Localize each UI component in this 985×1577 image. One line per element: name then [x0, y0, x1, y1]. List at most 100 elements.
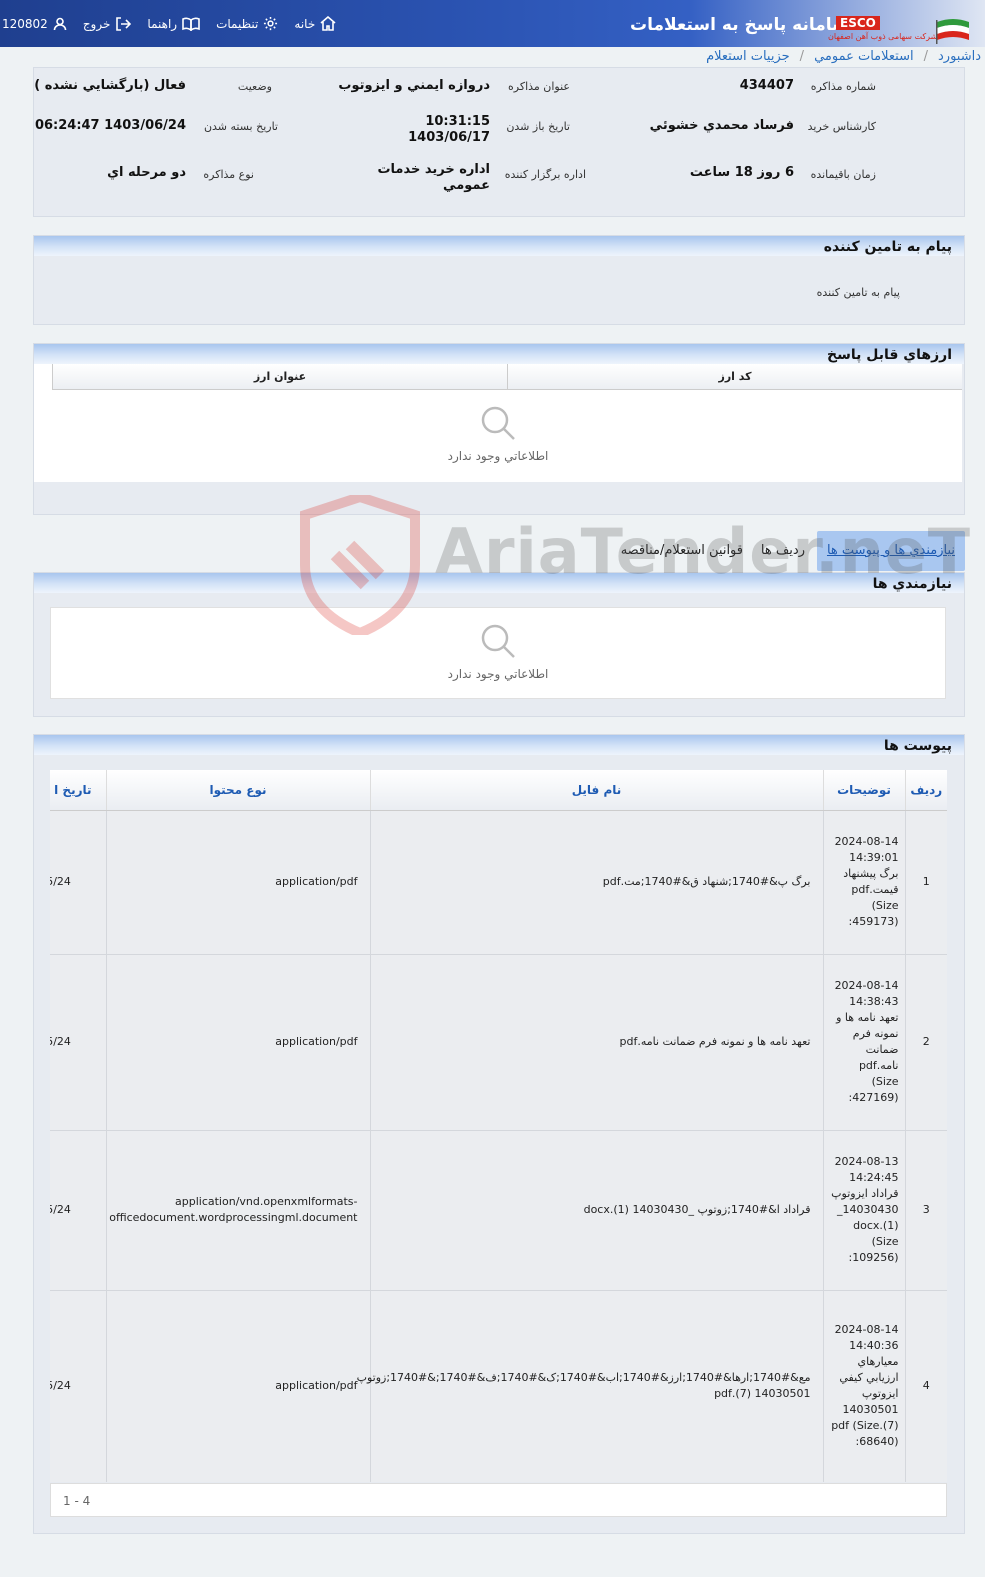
- settings-link[interactable]: تنظیمات: [216, 16, 278, 31]
- logout-icon: [116, 16, 132, 31]
- app-title: سامانه پاسخ به استعلامات: [630, 15, 849, 35]
- date-column-header[interactable]: تاريخ ا: [50, 770, 106, 811]
- home-icon: [320, 16, 336, 31]
- currency-title-column[interactable]: عنوان ارز: [52, 364, 507, 389]
- settings-label: تنظیمات: [216, 16, 259, 31]
- esco-logo: ESCO: [836, 16, 880, 30]
- office-label: اداره برگزار كننده: [504, 168, 586, 181]
- subject-label: عنوان مذاكره: [508, 80, 570, 93]
- currencies-empty-text: اطلاعاتي وجود ندارد: [447, 449, 549, 463]
- close-date-value: 1403/06/24 06:24:47: [34, 118, 186, 133]
- home-label: خانه: [294, 16, 316, 31]
- row-date: 1403/05/24: [50, 810, 106, 955]
- search-icon: [481, 406, 515, 440]
- inquiry-info-panel: شماره مذاكره 434407 عنوان مذاكره دروازه …: [33, 67, 965, 217]
- remaining-label: زمان باقيمانده: [810, 168, 876, 181]
- table-row[interactable]: 1 2024-08-14 14:39:01 برگ پيشنهاد قيمت.p…: [50, 810, 947, 955]
- subject-value: دروازه ايمني و ايزوتوب: [338, 78, 490, 93]
- currencies-empty: اطلاعاتي وجود ندارد: [34, 390, 962, 463]
- row-filename[interactable]: مع&#1740;ارها&#1740;ارز&#1740;اب&#1740;ک…: [357, 1290, 823, 1482]
- row-date: 1403/05/24: [50, 1130, 106, 1291]
- row-date: 1403/05/24: [50, 954, 106, 1131]
- row-filename[interactable]: قراداد ا&#1740;زوتوپ _14030430 (1).docx: [369, 1130, 823, 1291]
- home-link[interactable]: خانه: [294, 16, 336, 31]
- row-filename[interactable]: برگ پ&#1740;شنهاد ق&#1740;مت.pdf: [369, 810, 823, 955]
- content-type-column-header[interactable]: نوع محتوا: [105, 770, 370, 811]
- attachments-panel: پيوست ها رديف توضيحات نام فايل نوع محتوا…: [33, 734, 965, 1534]
- filename-column-header[interactable]: نام فايل: [369, 770, 823, 811]
- help-label: راهنما: [147, 16, 178, 31]
- needs-panel: نيازمندي ها اطلاعاتي وجود ندارد: [33, 572, 965, 717]
- open-date-label: تاريخ باز شدن: [506, 120, 570, 133]
- row-number: 4: [904, 1290, 947, 1482]
- supplier-message-panel: پيام به تامين كننده پيام به تامين كننده: [33, 235, 965, 325]
- row-number: 3: [904, 1130, 947, 1291]
- currencies-grid-header: كد ارز عنوان ارز: [52, 364, 962, 390]
- logout-label: خروج: [82, 16, 111, 31]
- tab-rules[interactable]: قوانين استعلام/مناقصه: [621, 531, 743, 571]
- needs-title: نيازمندي ها: [34, 573, 964, 593]
- gear-icon: [264, 16, 278, 31]
- tab-rows[interactable]: رديف ها: [761, 531, 805, 571]
- row-content-type: application/pdf: [105, 1290, 370, 1482]
- expert-value: فرساد محمدي خشوئي: [649, 118, 794, 133]
- breadcrumb-separator: /: [799, 49, 805, 64]
- attachments-pager: 1 - 4: [50, 1483, 947, 1517]
- status-value: فعال (بارگشايي نشده ): [34, 78, 186, 93]
- needs-grid: اطلاعاتي وجود ندارد: [50, 607, 946, 699]
- currency-code-column[interactable]: كد ارز: [507, 364, 962, 389]
- breadcrumb-public-inquiries[interactable]: استعلامات عمومي: [814, 47, 914, 67]
- number-label: شماره مذاكره: [810, 80, 876, 93]
- table-row[interactable]: 3 2024-08-13 14:24:45 قراداد ايزوتوپ 140…: [50, 1130, 947, 1291]
- office-value-line2: عمومي: [443, 178, 490, 193]
- brand-logo[interactable]: ESCO شرکت سهامی ذوب آهن اصفهان: [828, 12, 978, 44]
- brand-subtitle: شرکت سهامی ذوب آهن اصفهان: [828, 32, 938, 41]
- needs-empty-text: اطلاعاتي وجود ندارد: [447, 667, 549, 681]
- user-id: 120802: [2, 16, 48, 31]
- currencies-title: ارزهاي قابل پاسخ: [34, 344, 964, 364]
- type-value: دو مرحله اي: [107, 165, 186, 180]
- row-content-type: application/pdf: [105, 954, 370, 1131]
- table-row[interactable]: 4 2024-08-14 14:40:36 معيارهاي ارزيابي ك…: [50, 1290, 947, 1482]
- detail-tabs: نيازمندي ها و پيوست ها رديف ها قوانين اس…: [33, 531, 965, 571]
- status-label: وضعيت: [237, 80, 272, 93]
- type-label: نوع مذاكره: [203, 168, 254, 181]
- row-content-type: application/vnd.openxmlformats-officedoc…: [105, 1130, 370, 1291]
- help-link[interactable]: راهنما: [147, 17, 200, 31]
- breadcrumb-dashboard[interactable]: داشبورد: [938, 47, 981, 67]
- expert-label: كارشناس خريد: [807, 120, 876, 133]
- currencies-grid: كد ارز عنوان ارز اطلاعاتي وجود ندارد: [34, 364, 962, 482]
- currencies-panel: ارزهاي قابل پاسخ كد ارز عنوان ارز اطلاعا…: [33, 343, 965, 515]
- row-date: 1403/05/24: [50, 1290, 106, 1482]
- tab-needs-attachments[interactable]: نيازمندي ها و پيوست ها: [816, 531, 965, 571]
- row-number: 2: [904, 954, 947, 1131]
- row-content-type: application/pdf: [105, 810, 370, 955]
- row-description: 2024-08-13 14:24:45 قراداد ايزوتوپ 14030…: [822, 1130, 905, 1291]
- breadcrumb-separator: /: [923, 49, 928, 64]
- row-description: 2024-08-14 14:39:01 برگ پيشنهاد قيمت.pdf…: [822, 810, 905, 955]
- user-menu[interactable]: 120802: [2, 17, 67, 31]
- row-description: 2024-08-14 14:38:43 تعهد نامه ها و نمونه…: [822, 954, 905, 1131]
- attachments-grid[interactable]: رديف توضيحات نام فايل نوع محتوا تاريخ ا …: [50, 770, 947, 1482]
- iran-flag-icon: [936, 19, 969, 44]
- row-column-header[interactable]: رديف: [904, 770, 947, 811]
- close-date-label: تاريخ بسته شدن: [203, 120, 278, 133]
- book-icon: [182, 17, 200, 31]
- top-nav: 120802 خروج راهنما تنظیمات خانه: [2, 0, 336, 47]
- breadcrumb-inquiry-details[interactable]: جزييات استعلام: [706, 47, 790, 67]
- row-filename[interactable]: تعهد نامه ها و نمونه فرم ضمانت نامه.pdf: [369, 954, 823, 1131]
- row-number: 1: [904, 810, 947, 955]
- breadcrumb: داشبورد / استعلامات عمومي / جزييات استعل…: [706, 47, 985, 67]
- attachments-title: پيوست ها: [34, 735, 964, 755]
- table-row[interactable]: 2 2024-08-14 14:38:43 تعهد نامه ها و نمو…: [50, 954, 947, 1131]
- logout-link[interactable]: خروج: [83, 17, 132, 31]
- attachments-header-row: رديف توضيحات نام فايل نوع محتوا تاريخ ا: [50, 770, 947, 811]
- row-description: 2024-08-14 14:40:36 معيارهاي ارزيابي كيف…: [822, 1290, 905, 1482]
- office-value-line1: اداره خريد خدمات: [377, 162, 490, 177]
- remaining-value: 6 روز 18 ساعت: [689, 165, 794, 180]
- open-time-value: 10:31:15: [425, 114, 490, 129]
- attachments-table: رديف توضيحات نام فايل نوع محتوا تاريخ ا …: [50, 770, 947, 1482]
- user-icon: [53, 17, 67, 30]
- desc-column-header[interactable]: توضيحات: [822, 770, 905, 811]
- number-value: 434407: [739, 78, 794, 93]
